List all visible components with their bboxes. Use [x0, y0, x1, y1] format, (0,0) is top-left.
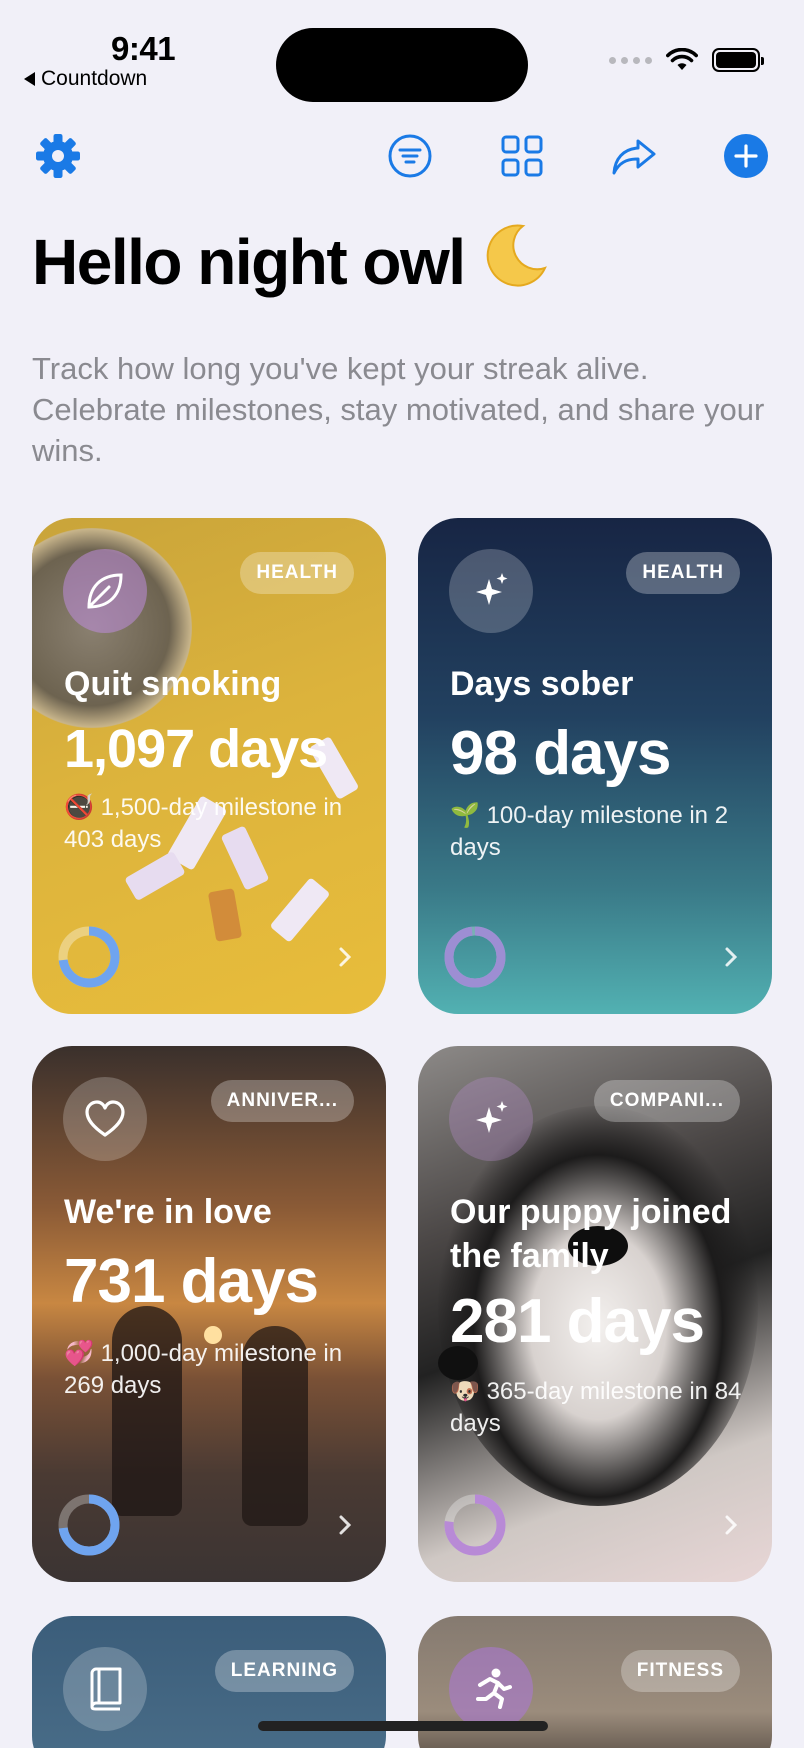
sparkles-icon [476, 1101, 508, 1133]
grid-view-button[interactable] [496, 130, 548, 182]
milestone-info: 🚭 1,500-day milestone in 403 days [64, 792, 364, 856]
day-count: 281 days [450, 1287, 705, 1356]
category-badge: LEARNING [214, 1650, 354, 1692]
dog-face-icon: 🐶 [450, 1378, 480, 1405]
countdown-card-were-in-love[interactable]: ANNIVER... We're in love 731 days 💞 1,00… [32, 1046, 386, 1582]
progress-ring [58, 926, 120, 988]
filter-icon [388, 134, 432, 178]
status-indicators [609, 48, 764, 72]
back-arrow-icon [24, 72, 35, 86]
seedling-icon: 🌱 [450, 802, 480, 829]
countdown-card-days-sober[interactable]: HEALTH Days sober 98 days 🌱 100-day mile… [418, 518, 772, 1014]
running-icon [476, 1668, 512, 1709]
cellular-signal-icon [609, 56, 652, 64]
countdown-card-our-puppy[interactable]: COMPANI... Our puppy joined the family 2… [418, 1046, 772, 1582]
chevron-right-icon [725, 1515, 738, 1535]
filter-button[interactable] [384, 130, 436, 182]
page-subtitle: Track how long you've kept your streak a… [32, 351, 765, 468]
progress-ring [444, 926, 506, 988]
settings-button[interactable] [32, 130, 84, 182]
category-badge: ANNIVER... [210, 1080, 354, 1122]
heart-icon [85, 1100, 125, 1137]
milestone-text: 100-day milestone in 2 days [450, 802, 729, 861]
status-time: 9:41 [111, 30, 176, 67]
progress-ring [58, 1494, 120, 1556]
card-icon [449, 1647, 533, 1731]
progress-ring [444, 1494, 506, 1556]
back-to-app-link[interactable]: Countdown [24, 67, 147, 91]
sparkles-icon [476, 573, 508, 605]
chevron-right-icon [339, 1515, 352, 1535]
countdown-card-quit-smoking[interactable]: HEALTH Quit smoking 1,097 days 🚭 1,500-d… [32, 518, 386, 1014]
card-icon [63, 1647, 147, 1731]
share-icon [612, 139, 656, 175]
gear-icon [36, 134, 80, 178]
milestone-text: 365-day milestone in 84 days [450, 1378, 742, 1437]
day-count: 1,097 days [64, 719, 328, 779]
share-button[interactable] [608, 130, 660, 182]
card-icon [449, 1077, 533, 1161]
countdown-title: We're in love [64, 1193, 272, 1231]
battery-icon [712, 48, 764, 72]
countdown-title: Quit smoking [64, 665, 282, 703]
category-badge: COMPANI... [593, 1080, 740, 1122]
add-countdown-button[interactable] [720, 130, 772, 182]
countdown-title: Our puppy joined the family [450, 1193, 732, 1275]
page-title: Hello night owl [32, 222, 549, 301]
chevron-right-icon [339, 947, 352, 967]
grid-icon [501, 135, 543, 177]
day-count: 98 days [450, 719, 672, 788]
milestone-info: 💞 1,000-day milestone in 269 days [64, 1338, 364, 1402]
home-indicator[interactable] [258, 1721, 548, 1731]
milestone-text: 1,000-day milestone in 269 days [64, 1340, 343, 1399]
countdown-title: Days sober [450, 665, 634, 703]
book-icon [90, 1667, 122, 1711]
card-icon [449, 549, 533, 633]
chevron-right-icon [725, 947, 738, 967]
category-badge: HEALTH [240, 552, 354, 594]
day-count: 731 days [64, 1247, 319, 1316]
category-badge: HEALTH [626, 552, 740, 594]
add-icon [724, 134, 768, 178]
milestone-text: 1,500-day milestone in 403 days [64, 794, 343, 853]
milestone-info: 🐶 365-day milestone in 84 days [450, 1376, 750, 1440]
leaf-icon [87, 573, 123, 609]
milestone-info: 🌱 100-day milestone in 2 days [450, 800, 750, 864]
no-smoking-icon: 🚭 [64, 794, 94, 821]
moon-icon [485, 222, 549, 301]
card-icon [63, 549, 147, 633]
hearts-icon: 💞 [64, 1340, 94, 1367]
page-title-text: Hello night owl [32, 225, 466, 298]
card-icon [63, 1077, 147, 1161]
dynamic-island [276, 28, 528, 102]
back-app-label: Countdown [41, 67, 148, 90]
category-badge: FITNESS [620, 1650, 740, 1692]
wifi-icon [666, 48, 698, 70]
